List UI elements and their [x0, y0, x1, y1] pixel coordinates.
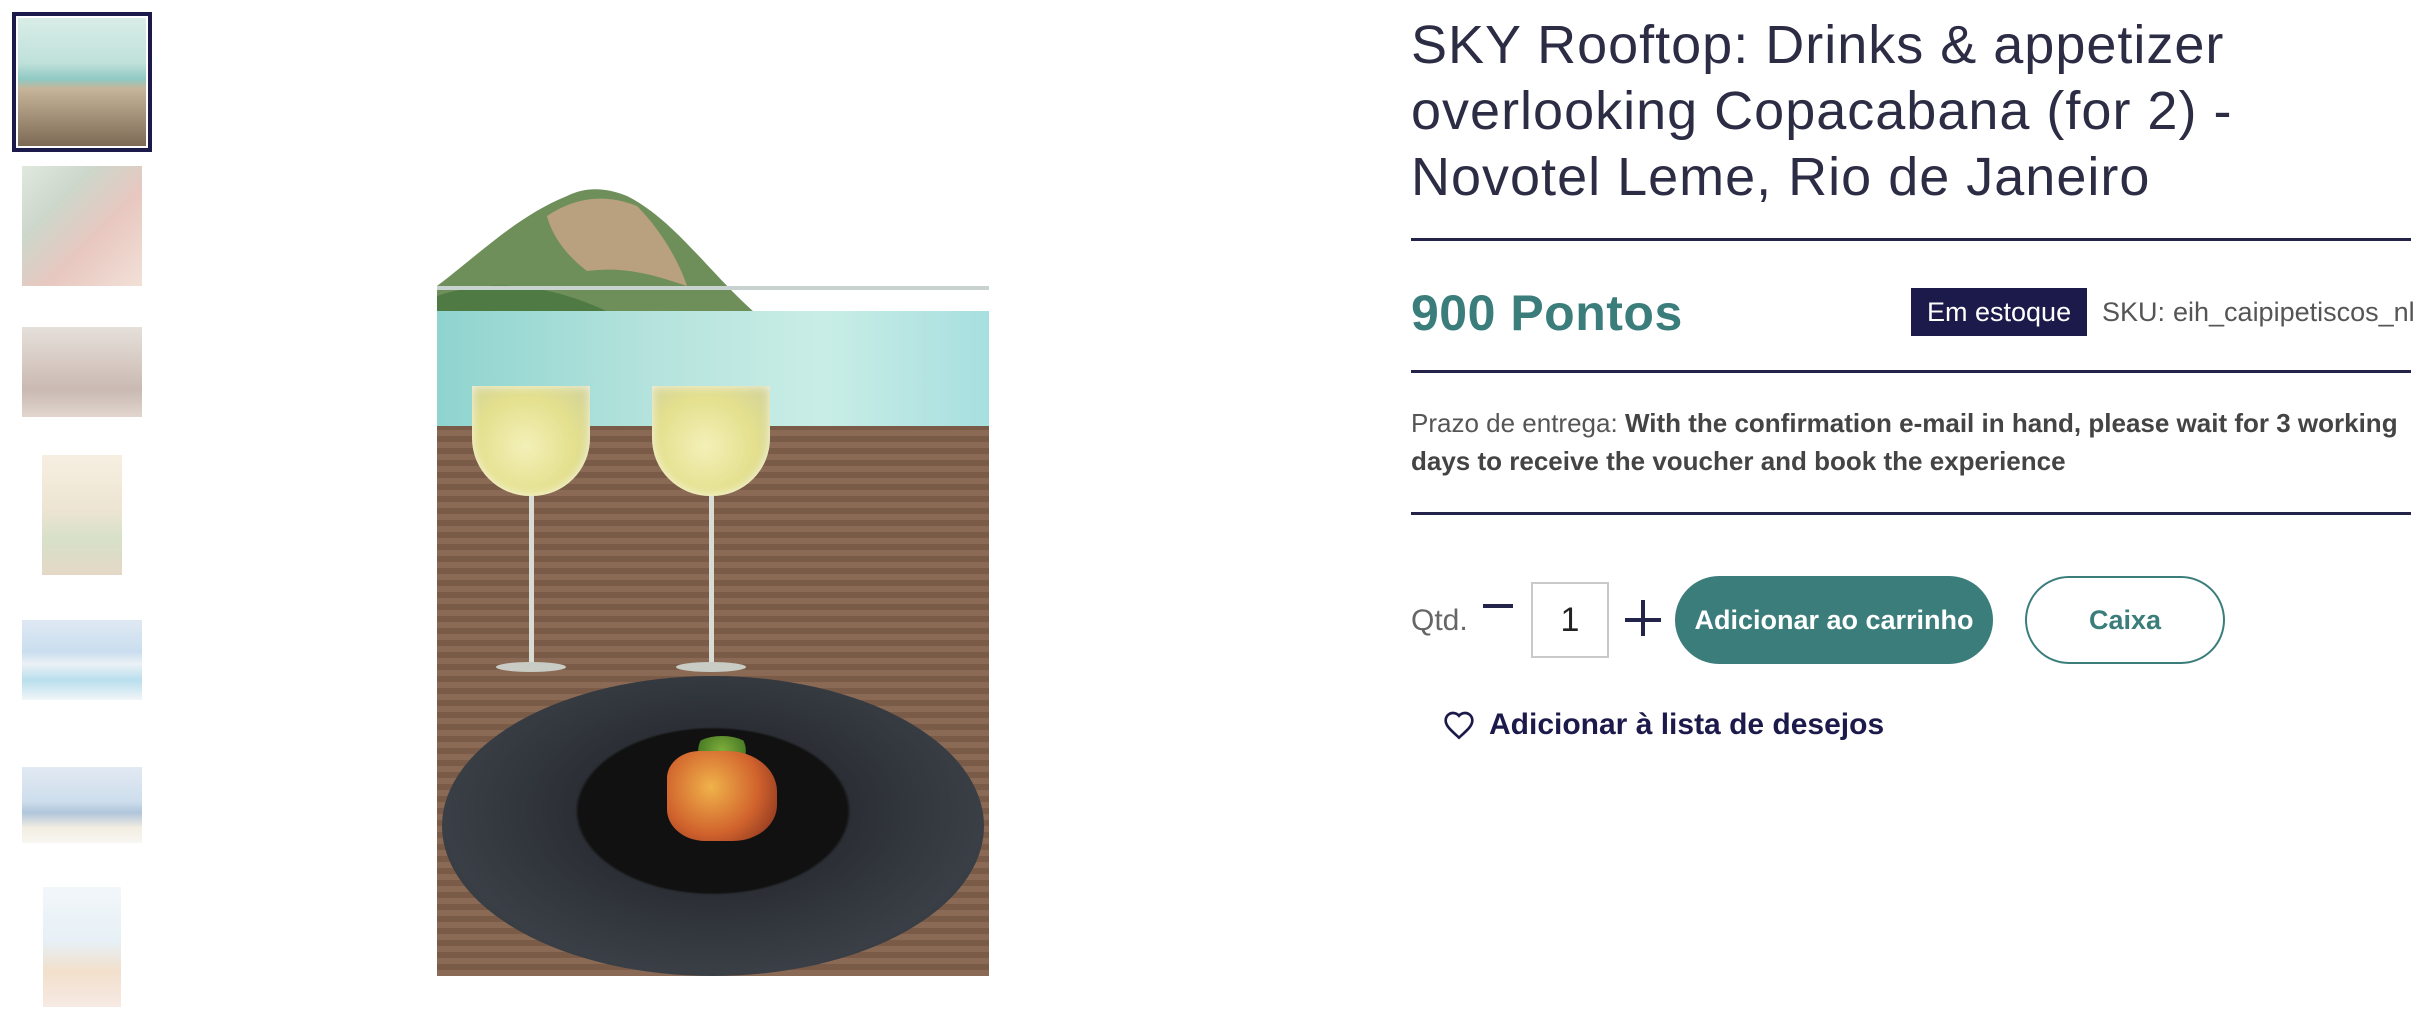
product-price: 900 Pontos [1411, 285, 1683, 341]
divider [1411, 370, 2411, 373]
thumbnail-image [43, 887, 121, 1007]
quantity-decrease-button[interactable] [1475, 588, 1521, 624]
thumbnail-2[interactable] [12, 166, 152, 286]
appetizer [667, 751, 777, 841]
divider [1411, 512, 2411, 515]
checkout-button[interactable]: Caixa [2025, 576, 2225, 664]
thumbnail-image [22, 767, 142, 843]
thumbnail-1[interactable] [12, 12, 152, 152]
thumbnail-image [42, 455, 122, 575]
quantity-increase-button[interactable] [1625, 600, 1665, 640]
add-to-wishlist-link[interactable]: Adicionar à lista de desejos [1443, 708, 1884, 742]
thumbnail-6[interactable] [12, 766, 152, 844]
sku-label: SKU: [2102, 297, 2166, 327]
minus-icon [1483, 604, 1513, 608]
add-to-cart-button[interactable]: Adicionar ao carrinho [1675, 576, 1993, 664]
divider [1411, 238, 2411, 241]
wishlist-label: Adicionar à lista de desejos [1489, 708, 1885, 741]
product-title: SKY Rooftop: Drinks & appetizer overlook… [1411, 15, 2233, 207]
stock-badge: Em estoque [1911, 288, 2088, 336]
drink-glass [472, 386, 590, 496]
main-product-image[interactable] [437, 176, 989, 976]
sku-value: eih_caipipetiscos_nl [2173, 297, 2415, 327]
drink-glass [652, 386, 770, 496]
thumbnail-image [22, 327, 142, 417]
thumbnail-4[interactable] [12, 455, 152, 575]
thumbnail-image [22, 620, 142, 700]
thumbnail-7[interactable] [12, 887, 152, 1007]
delivery-info: Prazo de entrega: With the confirmation … [1411, 404, 2411, 480]
product-info: SKY Rooftop: Drinks & appetizer overlook… [1411, 0, 2415, 741]
thumbnail-image [22, 166, 142, 286]
heart-icon [1444, 711, 1474, 740]
thumbnail-3[interactable] [12, 326, 152, 418]
quantity-input[interactable]: 1 [1531, 582, 1609, 658]
thumbnail-image [18, 18, 146, 146]
thumbnail-5[interactable] [12, 619, 152, 701]
delivery-label: Prazo de entrega: [1411, 408, 1618, 438]
quantity-label: Qtd. [1411, 604, 1468, 637]
